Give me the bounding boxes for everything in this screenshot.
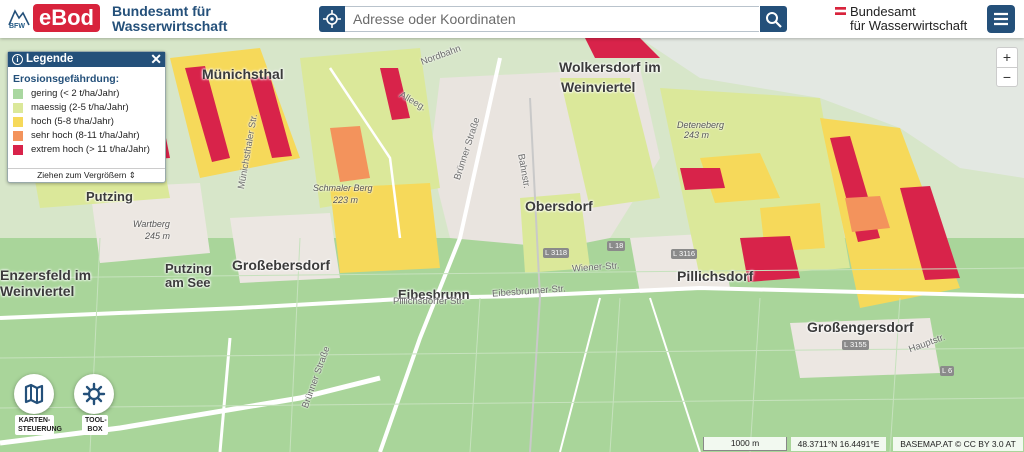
map-control-button[interactable] (14, 374, 54, 414)
agency-line1: Bundesamt (850, 4, 916, 19)
search-bar (319, 6, 787, 32)
map-control-label-line1: KARTEN- (18, 417, 51, 424)
header-bar: BFW eBod Bundesamt für Wasserwirtschaft … (0, 0, 1024, 38)
place-label: Wolkersdorf im (559, 59, 661, 75)
zoom-control: + − (996, 47, 1018, 87)
zoom-out-button[interactable]: − (997, 68, 1017, 87)
legend-swatch (13, 89, 23, 99)
ebod-logo[interactable]: eBod (33, 4, 100, 32)
toolbox-label: TOOL- BOX (82, 415, 108, 435)
crosshair-icon (323, 10, 341, 28)
road-shield: L 6 (940, 366, 955, 376)
app-subtitle-line1: Bundesamt für (112, 3, 211, 19)
agency-logo-text: Bundesamt für Wasserwirtschaft (850, 5, 967, 33)
legend-item-label: sehr hoch (8-11 t/ha/Jahr) (31, 130, 140, 141)
agency-line2: für Wasserwirtschaft (850, 18, 968, 33)
place-label: Großebersdorf (232, 257, 331, 273)
info-icon: i (12, 54, 23, 65)
road-shield: L 18 (607, 241, 626, 251)
place-label: Obersdorf (525, 198, 593, 214)
road-label: Pillichsdorfer Str. (393, 296, 465, 307)
menu-button[interactable] (987, 5, 1015, 33)
bfw-logo-text: BFW (9, 23, 25, 30)
legend-swatch (13, 117, 23, 127)
zoom-in-button[interactable]: + (997, 48, 1017, 68)
toolbox-label-line1: TOOL- (85, 417, 107, 424)
legend-resize-handle[interactable]: Ziehen zum Vergrößern ⇕ (8, 168, 165, 182)
hill-label: 245 m (145, 231, 171, 241)
place-label: Pillichsdorf (677, 268, 754, 284)
legend-resize-label: Ziehen zum Vergrößern (37, 170, 127, 180)
legend-swatch (13, 103, 23, 113)
legend-item-label: gering (< 2 t/ha/Jahr) (31, 88, 120, 99)
place-label: am See (165, 275, 211, 290)
search-icon (766, 12, 782, 28)
legend-item-label: maessig (2-5 t/ha/Jahr) (31, 102, 129, 113)
legend-item-label: hoch (5-8 t/ha/Jahr) (31, 116, 114, 127)
app-subtitle: Bundesamt für Wasserwirtschaft (112, 4, 227, 34)
hill-label: 223 m (333, 195, 359, 205)
hill-label: Schmaler Berg (313, 183, 373, 193)
hill-label: 243 m (684, 130, 710, 140)
coordinate-readout: 48.3711°N 16.4491°E (791, 437, 886, 451)
map-attribution[interactable]: BASEMAP.AT © CC BY 3.0 AT (893, 437, 1023, 451)
road-shield: L 3118 (543, 248, 570, 258)
legend-item: sehr hoch (8-11 t/ha/Jahr) (13, 129, 165, 143)
legend-swatch (13, 145, 23, 155)
scale-bar: 1000 m (703, 437, 787, 451)
legend-items: gering (< 2 t/ha/Jahr) maessig (2-5 t/ha/… (8, 87, 165, 157)
austria-flag-icon (835, 7, 846, 15)
resize-arrows-icon: ⇕ (128, 170, 136, 180)
legend-header[interactable]: i Legende ✕ (8, 52, 165, 67)
map-icon (24, 383, 44, 405)
gear-icon (82, 382, 106, 406)
map-control-label: KARTEN- STEUERUNG (15, 415, 62, 435)
search-input[interactable] (345, 6, 759, 32)
place-label: Münichsthal (202, 66, 284, 82)
locate-button[interactable] (319, 6, 345, 32)
app-subtitle-line2: Wasserwirtschaft (112, 18, 228, 34)
road-shield: L 3116 (671, 249, 698, 259)
legend-item-label: extrem hoch (> 11 t/ha/Jahr) (31, 144, 150, 155)
legend-item: hoch (5-8 t/ha/Jahr) (13, 115, 165, 129)
place-label: Putzing (165, 261, 212, 276)
road-shield: L 3155 (842, 340, 869, 350)
legend-item: gering (< 2 t/ha/Jahr) (13, 87, 165, 101)
place-label: Putzing (86, 189, 133, 204)
hill-label: Wartberg (133, 219, 170, 229)
place-label: Weinviertel (0, 283, 75, 299)
place-label: Enzersfeld im (0, 267, 92, 283)
legend-panel: i Legende ✕ Erosionsgefährdung: gering (… (7, 51, 166, 183)
legend-header-label: Legende (26, 53, 74, 65)
place-label: Weinviertel (561, 79, 636, 95)
toolbox-button[interactable] (74, 374, 114, 414)
hamburger-icon (994, 12, 1008, 26)
legend-item: extrem hoch (> 11 t/ha/Jahr) (13, 143, 165, 157)
search-button[interactable] (760, 6, 787, 32)
close-icon[interactable]: ✕ (150, 52, 162, 67)
map-control-label-line2: STEUERUNG (18, 426, 62, 433)
hill-label: Deteneberg (677, 120, 725, 130)
legend-item: maessig (2-5 t/ha/Jahr) (13, 101, 165, 115)
legend-title: Erosionsgefährdung: (13, 73, 120, 85)
place-label: Großengersdorf (807, 319, 914, 335)
legend-swatch (13, 131, 23, 141)
toolbox-label-line2: BOX (87, 426, 103, 433)
